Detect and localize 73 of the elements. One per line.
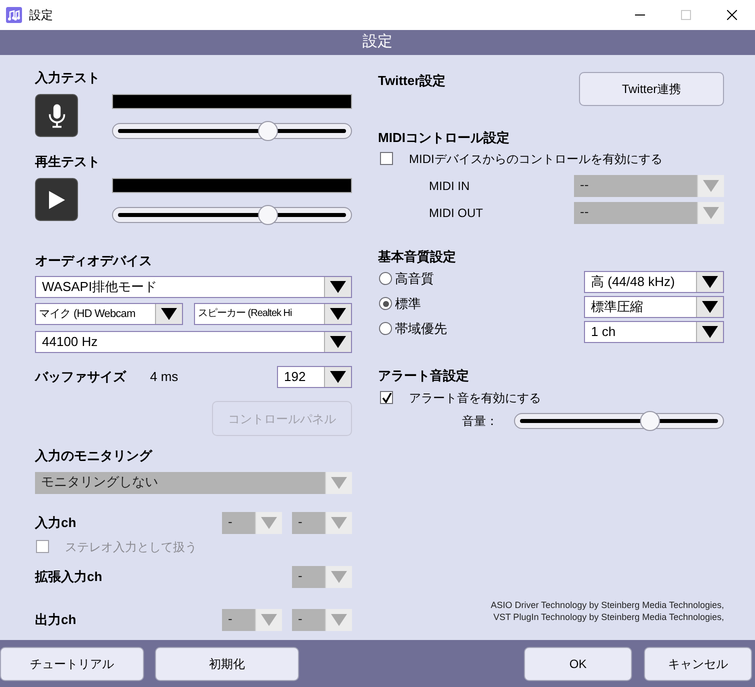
- credit-line: VST PlugIn Technology by Steinberg Media Technologies,: [493, 611, 724, 623]
- caret-icon: [261, 614, 277, 626]
- slider-thumb[interactable]: [258, 205, 278, 225]
- caret-icon: [331, 477, 347, 489]
- twitter-link-button[interactable]: Twitter連携: [579, 72, 724, 106]
- latency-value: 4 ms: [150, 368, 178, 386]
- caret-icon: [702, 301, 718, 313]
- play-button[interactable]: [35, 178, 78, 221]
- checkbox[interactable]: [380, 391, 393, 404]
- credit-line: ASIO Driver Technology by Steinberg Media Technologies,: [490, 599, 724, 611]
- checkbox-label: アラート音を有効にする: [409, 390, 541, 406]
- caret-icon: [702, 326, 718, 338]
- caret-icon: [330, 336, 346, 348]
- check-icon: [382, 392, 392, 402]
- radio-label: 高音質: [395, 271, 434, 286]
- section-heading: オーディオデバイス: [35, 253, 153, 269]
- slider-thumb[interactable]: [640, 411, 660, 431]
- radio-button[interactable]: [379, 272, 392, 285]
- slider-track[interactable]: [514, 413, 724, 429]
- caret-icon: [331, 571, 347, 583]
- channel-label: 入力ch: [35, 514, 76, 532]
- radio-label: 帯域優先: [395, 321, 447, 336]
- section-heading: 再生テスト: [35, 154, 101, 170]
- footer-button[interactable]: チュートリアル: [0, 646, 144, 680]
- section-heading: MIDIコントロール設定: [378, 130, 510, 146]
- section-heading: 基本音質設定: [378, 249, 457, 265]
- app-icon: [6, 7, 22, 23]
- caret-icon: [261, 517, 277, 529]
- slider-track[interactable]: [112, 207, 352, 223]
- radio-button[interactable]: [379, 322, 392, 335]
- section-heading: 入力のモニタリング: [35, 448, 154, 464]
- buffer-size-label: バッファサイズ: [35, 368, 128, 386]
- footer-button[interactable]: キャンセル: [644, 646, 752, 680]
- record-button[interactable]: [35, 94, 78, 137]
- footer-button[interactable]: 初期化: [155, 646, 299, 680]
- checkbox-label: MIDIデバイスからのコントロールを有効にする: [409, 150, 662, 168]
- play-icon: [48, 190, 64, 208]
- slider-track[interactable]: [112, 123, 352, 139]
- microphone-icon: [48, 102, 66, 128]
- window-title: 設定: [29, 7, 53, 24]
- checkbox-label: ステレオ入力として扱う: [65, 538, 197, 556]
- footer-button[interactable]: OK: [524, 646, 632, 680]
- caret-icon: [702, 276, 718, 288]
- checkbox[interactable]: [380, 152, 393, 165]
- channel-label: 出力ch: [35, 611, 76, 630]
- channel-label: 拡張入力ch: [35, 568, 102, 586]
- dropdown[interactable]: WASAPI排他モード: [35, 276, 352, 298]
- dropdown[interactable]: 1 ch: [584, 321, 724, 343]
- section-heading: 入力テスト: [35, 70, 101, 86]
- caret-icon: [703, 207, 719, 219]
- caret-icon: [330, 281, 346, 293]
- caret-icon: [161, 308, 177, 320]
- section-heading: アラート音設定: [378, 368, 470, 384]
- dropdown[interactable]: 高 (44/48 kHz): [584, 271, 724, 293]
- section-heading: Twitter設定: [378, 72, 446, 87]
- caret-icon: [330, 308, 346, 320]
- radio-label: 標準: [395, 296, 421, 311]
- radio-button[interactable]: [379, 297, 392, 310]
- dropdown[interactable]: マイク (HD Webcam: [35, 303, 183, 325]
- dropdown[interactable]: 標準圧縮: [584, 296, 724, 318]
- volume-label: 音量：: [462, 413, 498, 430]
- caret-icon: [331, 517, 347, 529]
- close-icon[interactable]: [727, 10, 737, 20]
- dialog-title: 設定: [362, 32, 392, 52]
- midi-port-label: MIDI OUT: [429, 205, 483, 222]
- caret-icon: [703, 180, 719, 192]
- caret-icon: [331, 614, 347, 626]
- midi-port-label: MIDI IN: [429, 178, 470, 195]
- slider-thumb[interactable]: [258, 121, 278, 141]
- caret-icon: [330, 371, 346, 383]
- dropdown[interactable]: 192: [277, 366, 352, 388]
- dropdown[interactable]: 44100 Hz: [35, 331, 352, 353]
- dropdown[interactable]: スピーカー (Realtek Hi: [194, 303, 352, 325]
